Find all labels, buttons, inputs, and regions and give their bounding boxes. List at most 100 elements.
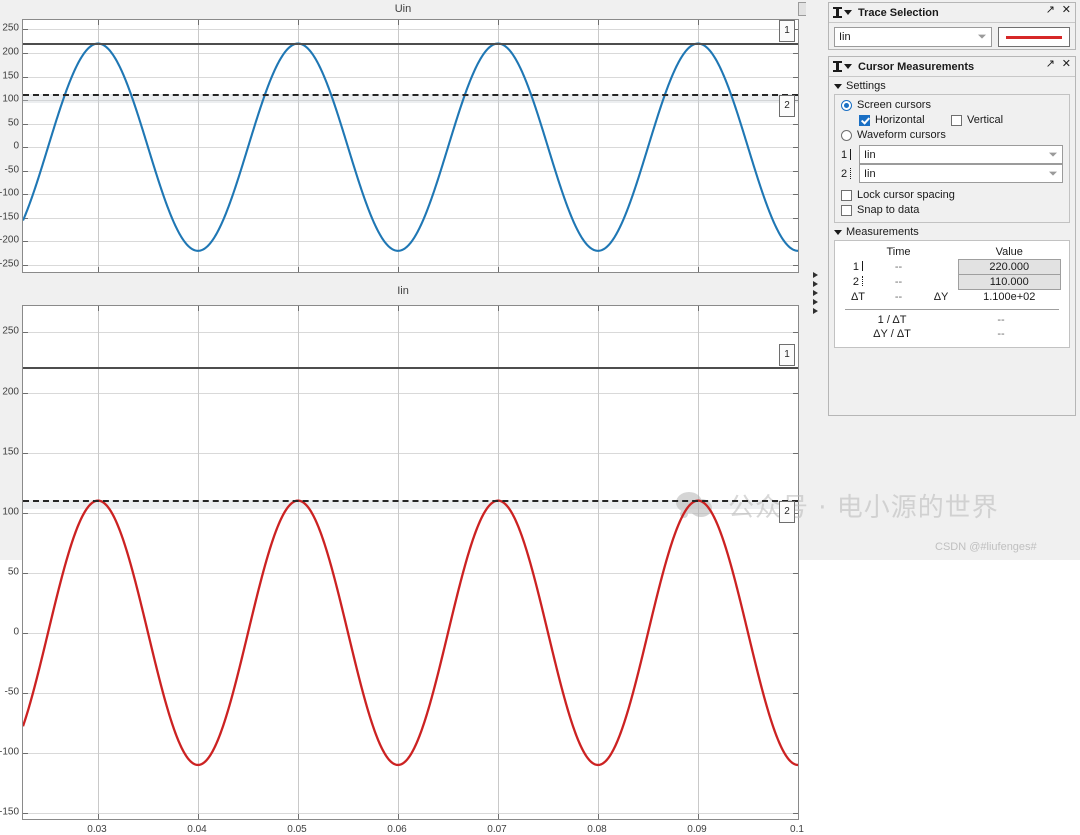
y-tick-label: -200 xyxy=(0,234,19,246)
y-tick-label: 100 xyxy=(2,506,19,518)
col-time: Time xyxy=(886,246,911,259)
delta-y-value: 1.100e+02 xyxy=(983,291,1036,303)
trace-color-swatch[interactable] xyxy=(998,27,1070,47)
cursor-line-2[interactable] xyxy=(23,499,798,502)
lock-cursor-spacing-checkbox[interactable] xyxy=(841,189,852,201)
screen-cursors-label: Screen cursors xyxy=(857,99,931,111)
snap-to-data-label: Snap to data xyxy=(857,204,920,216)
waveform-path xyxy=(23,499,798,767)
axes-uin[interactable] xyxy=(22,19,799,273)
delta-y-label: ΔY xyxy=(933,290,949,303)
y-tick-label: 150 xyxy=(2,70,19,82)
pin-icon[interactable] xyxy=(833,61,842,72)
cursor2-source-row: 2 Iin xyxy=(841,164,1063,183)
slope-value: -- xyxy=(997,328,1005,340)
snap-to-data-row[interactable]: Snap to data xyxy=(841,204,1063,216)
trace-select-dropdown[interactable]: Iin xyxy=(834,27,992,47)
screen-cursors-radio-row[interactable]: Screen cursors xyxy=(841,99,1063,111)
undock-icon[interactable]: ↗ xyxy=(1046,59,1057,70)
trace-panel-dock-icons[interactable] xyxy=(833,7,852,18)
cursor-settings-group: Screen cursors Horizontal Vertical Wavef… xyxy=(834,94,1070,223)
horizontal-checkbox[interactable] xyxy=(859,114,870,126)
snap-to-data-checkbox[interactable] xyxy=(841,204,852,216)
cursor-measurements-header: Cursor Measurements ↗ ✕ xyxy=(829,57,1075,77)
cursor-measurements-panel: Cursor Measurements ↗ ✕ Settings Screen … xyxy=(828,56,1076,416)
delta-t-label: ΔT xyxy=(850,290,866,303)
col-spacer xyxy=(924,245,958,260)
undock-icon[interactable]: ↗ xyxy=(1046,5,1057,16)
delta-t-value: -- xyxy=(894,290,903,303)
axes-iin[interactable] xyxy=(22,305,799,820)
watermark-credit: CSDN @#liufenges# xyxy=(935,541,1037,553)
x-tick-label: 0.07 xyxy=(487,824,507,835)
row2-spacer xyxy=(924,275,958,290)
waveform-cursors-radio-row[interactable]: Waveform cursors xyxy=(841,129,1063,141)
row2-value[interactable]: 110.000 xyxy=(957,274,1062,290)
inv-delta-t-value: -- xyxy=(997,314,1005,326)
settings-section-header[interactable]: Settings xyxy=(829,77,1075,94)
inv-delta-t-row: 1 / ΔT -- xyxy=(843,313,1061,327)
cursor-line-1[interactable] xyxy=(23,367,798,370)
horizontal-label: Horizontal xyxy=(875,114,925,126)
y-tick-label: -100 xyxy=(0,746,19,758)
waveform-cursors-label: Waveform cursors xyxy=(857,129,946,141)
cursor-tag-2-iin[interactable]: 2 xyxy=(779,500,795,523)
vertical-label: Vertical xyxy=(967,114,1004,126)
cursor-tag-1-iin[interactable]: 1 xyxy=(779,344,795,367)
cursor1-index: 1 xyxy=(841,149,859,161)
y-tick-label: -100 xyxy=(0,187,19,199)
col-blank xyxy=(843,245,873,260)
chevron-down-icon[interactable] xyxy=(844,64,852,69)
close-icon[interactable]: ✕ xyxy=(1062,5,1071,16)
waveform-path xyxy=(23,42,798,252)
x-tick-label: 0.03 xyxy=(87,824,107,835)
lock-cursor-spacing-label: Lock cursor spacing xyxy=(857,189,955,201)
y-tick-label: 0 xyxy=(13,626,19,638)
derived-measurements-table: 1 / ΔT -- ΔY / ΔT -- xyxy=(843,313,1061,341)
waveform-uin xyxy=(23,42,798,252)
y-tick-label: 200 xyxy=(2,386,19,397)
waveform-cursors-radio[interactable] xyxy=(841,129,852,141)
vertical-checkbox-row[interactable]: Vertical xyxy=(951,114,1003,126)
plot-iin: Iin 250 200 150 100 50 0 -50 -100 -150 1 2 0.03 0… xyxy=(0,281,806,835)
trace-select-value: Iin xyxy=(839,31,851,43)
measurements-section-header[interactable]: Measurements xyxy=(829,223,1075,240)
cursor-panel-dock-icons[interactable] xyxy=(833,61,852,72)
collapse-triangle-icon xyxy=(834,83,842,89)
scope-window: Uin 250 200 150 100 50 0 -50 -100 -150 -200 -250 1… xyxy=(0,0,1080,835)
x-tick-label: 0.08 xyxy=(587,824,607,835)
chevron-down-icon xyxy=(1049,171,1057,176)
close-icon[interactable]: ✕ xyxy=(1062,59,1071,70)
vertical-checkbox[interactable] xyxy=(951,114,962,126)
cursor-tag-2-uin[interactable]: 2 xyxy=(779,95,795,118)
pin-icon[interactable] xyxy=(833,7,842,18)
x-tick-label: 0.1 xyxy=(790,824,804,835)
col-value: Value xyxy=(995,246,1023,258)
chevron-down-icon[interactable] xyxy=(844,10,852,15)
waveform-iin xyxy=(23,499,798,767)
cursor-line-2[interactable] xyxy=(23,94,798,97)
cursor1-source-dropdown[interactable]: Iin xyxy=(859,145,1063,164)
cursor2-source-dropdown[interactable]: Iin xyxy=(859,164,1063,183)
x-tick-label: 0.06 xyxy=(387,824,407,835)
horizontal-checkbox-row[interactable]: Horizontal xyxy=(859,114,951,126)
cursor2-index: 2 xyxy=(841,168,859,180)
screen-cursors-radio[interactable] xyxy=(841,99,852,111)
row2-time: -- xyxy=(894,276,903,288)
trace-selection-header: Trace Selection ↗ ✕ xyxy=(829,3,1075,23)
measurements-table-container: Time Value 1 -- 220.000 2 -- 110.000 ΔT … xyxy=(834,240,1070,348)
slope-row: ΔY / ΔT -- xyxy=(843,327,1061,341)
panel-splitter[interactable] xyxy=(806,0,825,560)
row1-value[interactable]: 220.000 xyxy=(957,259,1062,275)
x-tick-label: 0.05 xyxy=(287,824,307,835)
cursor-tag-1-uin[interactable]: 1 xyxy=(779,19,795,42)
delta-row: ΔT -- ΔY 1.100e+02 xyxy=(843,290,1061,305)
table-row: 1 -- 220.000 xyxy=(843,259,1062,275)
cursor-line-1[interactable] xyxy=(23,42,798,45)
lock-cursor-spacing-row[interactable]: Lock cursor spacing xyxy=(841,189,1063,201)
trace-selection-panel: Trace Selection ↗ ✕ Iin xyxy=(828,2,1076,50)
collapse-triangle-icon xyxy=(834,229,842,235)
y-tick-label: 200 xyxy=(2,46,19,58)
y-tick-label: 150 xyxy=(2,446,19,458)
y-tick-label: -50 xyxy=(4,164,19,176)
